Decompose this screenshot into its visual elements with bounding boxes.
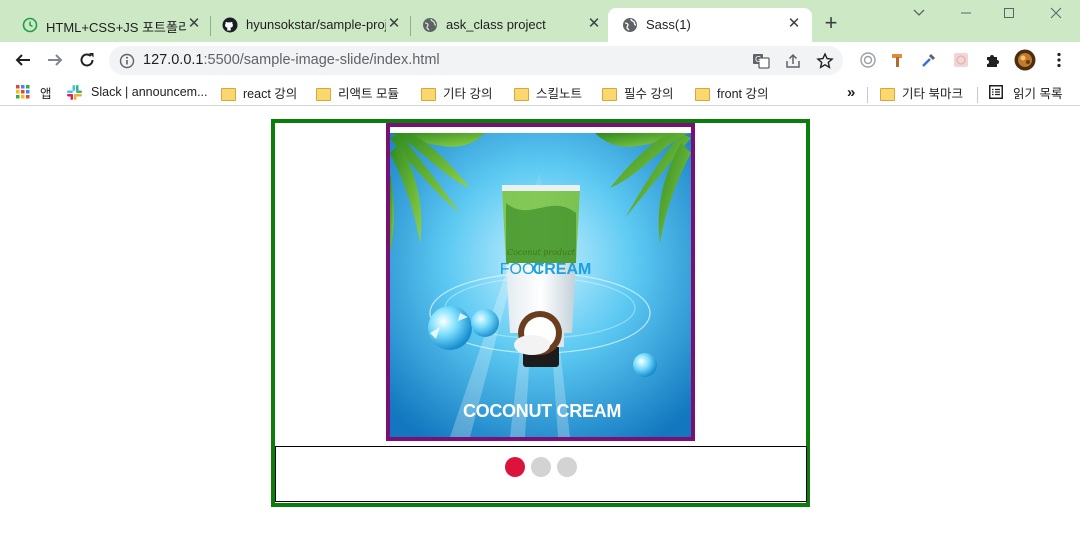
- tab-github[interactable]: hyunsokstar/sample-proj ✕: [200, 8, 410, 42]
- folder-icon: [602, 86, 617, 101]
- reading-list-icon: [989, 85, 1003, 99]
- bookmark-apps[interactable]: 앱: [16, 83, 52, 101]
- page-viewport: Coconut product FOOT CREAM COCONUT CREAM: [0, 107, 1080, 535]
- close-tab-icon[interactable]: ✕: [586, 16, 602, 32]
- svg-text:G: G: [755, 55, 761, 64]
- apps-grid-icon: [16, 85, 30, 99]
- tab-title: ask_class project: [446, 17, 546, 32]
- reading-list[interactable]: 읽기 목록: [989, 83, 1062, 101]
- color-picker-icon[interactable]: [920, 51, 938, 69]
- bookmark-label: 필수 강의: [624, 86, 674, 101]
- bookmark-label: 기타 강의: [443, 86, 493, 101]
- slack-icon: [67, 84, 82, 100]
- github-icon: [222, 17, 238, 33]
- slider-dot[interactable]: [531, 457, 551, 477]
- url-host: 127.0.0.1: [143, 52, 204, 68]
- reload-icon[interactable]: [75, 48, 99, 72]
- globe-icon: [422, 17, 438, 33]
- tab-portfolio[interactable]: HTML+CSS+JS 포트폴리 ✕: [0, 8, 210, 42]
- bookmark-folder-other-bookmarks[interactable]: 기타 북마크: [880, 83, 963, 101]
- browser-menu-icon[interactable]: [1050, 51, 1068, 69]
- slider-dot[interactable]: [505, 457, 525, 477]
- bookmark-label: 리액트 모듈: [338, 86, 399, 101]
- url-path: :5500/sample-image-slide/index.html: [203, 52, 440, 68]
- tab-title: hyunsokstar/sample-proj: [246, 17, 386, 32]
- bookmark-separator: [867, 87, 868, 103]
- close-tab-icon[interactable]: ✕: [786, 16, 802, 32]
- new-tab-button[interactable]: +: [820, 12, 842, 35]
- tab-strip: HTML+CSS+JS 포트폴리 ✕ hyunsokstar/sample-pr…: [0, 0, 1080, 42]
- bookmark-label: 읽기 목록: [1013, 86, 1063, 101]
- folder-icon: [421, 86, 436, 101]
- folder-icon: [695, 86, 710, 101]
- translate-icon[interactable]: G: [752, 52, 770, 70]
- bookmark-label: 앱: [40, 86, 52, 101]
- slider-pagination: [275, 446, 807, 502]
- bookmark-separator: [977, 87, 978, 103]
- forward-arrow-icon[interactable]: [43, 48, 67, 72]
- bookmark-slack[interactable]: Slack | announcem...: [67, 83, 208, 101]
- bookmarks-overflow-chevron[interactable]: »: [847, 83, 855, 101]
- browser-toolbar: 127.0.0.1:5500/sample-image-slide/index.…: [0, 42, 1080, 78]
- url-text: 127.0.0.1:5500/sample-image-slide/index.…: [143, 52, 440, 68]
- bookmark-label: 스킬노트: [536, 86, 583, 101]
- tab-favicon-clock-icon: [22, 17, 38, 33]
- bookmark-folder-essential[interactable]: 필수 강의: [602, 83, 673, 101]
- bookmark-folder-other-lectures[interactable]: 기타 강의: [421, 83, 492, 101]
- tab-ask-class[interactable]: ask_class project ✕: [400, 8, 610, 42]
- bookmark-label: 기타 북마크: [902, 86, 963, 101]
- tab-search-chevron-icon[interactable]: [908, 4, 930, 24]
- share-icon[interactable]: [784, 52, 802, 70]
- maximize-icon[interactable]: [998, 4, 1020, 24]
- slider-dot[interactable]: [557, 457, 577, 477]
- minimize-icon[interactable]: [955, 4, 977, 24]
- image-slider: Coconut product FOOT CREAM COCONUT CREAM: [271, 119, 810, 507]
- folder-icon: [316, 86, 331, 101]
- close-window-icon[interactable]: [1045, 4, 1067, 24]
- tab-title: Sass(1): [646, 17, 691, 32]
- bookmark-folder-react[interactable]: react 강의: [221, 83, 297, 101]
- bookmarks-bar: 앱 Slack | announcem... react 강의 리액트 모듈 기…: [0, 78, 1080, 106]
- water-droplet: [633, 353, 657, 377]
- globe-icon: [622, 17, 638, 33]
- product-line-text: Coconut product: [507, 248, 576, 257]
- site-info-icon[interactable]: [119, 53, 135, 69]
- extension-grid-icon[interactable]: [952, 51, 970, 69]
- product-name-cream-text: CREAM: [533, 261, 592, 278]
- folder-icon: [880, 86, 895, 101]
- extensions-puzzle-icon[interactable]: [984, 51, 1002, 69]
- image-caption-text: COCONUT CREAM: [463, 401, 621, 421]
- bookmark-label: Slack | announcem...: [91, 85, 208, 99]
- coconut-cream-slide-image: Coconut product FOOT CREAM COCONUT CREAM: [390, 133, 691, 437]
- address-bar[interactable]: 127.0.0.1:5500/sample-image-slide/index.…: [109, 46, 843, 75]
- back-arrow-icon[interactable]: [11, 48, 35, 72]
- extension-target-icon[interactable]: [859, 51, 877, 69]
- folder-icon: [221, 86, 236, 101]
- tab-sass-active[interactable]: Sass(1) ✕: [608, 8, 812, 42]
- bookmark-folder-react-modules[interactable]: 리액트 모듈: [316, 83, 399, 101]
- tab-title: HTML+CSS+JS 포트폴리: [46, 20, 186, 35]
- extension-hammer-icon[interactable]: [889, 51, 907, 69]
- bookmark-star-icon[interactable]: [816, 52, 834, 70]
- bookmark-folder-front[interactable]: front 강의: [695, 83, 769, 101]
- bookmark-label: front 강의: [717, 86, 769, 101]
- folder-icon: [514, 86, 529, 101]
- profile-avatar-icon[interactable]: [1014, 49, 1036, 71]
- bookmark-label: react 강의: [243, 86, 298, 101]
- bookmark-folder-skillnote[interactable]: 스킬노트: [514, 83, 582, 101]
- slide-image-frame: Coconut product FOOT CREAM COCONUT CREAM: [386, 123, 695, 441]
